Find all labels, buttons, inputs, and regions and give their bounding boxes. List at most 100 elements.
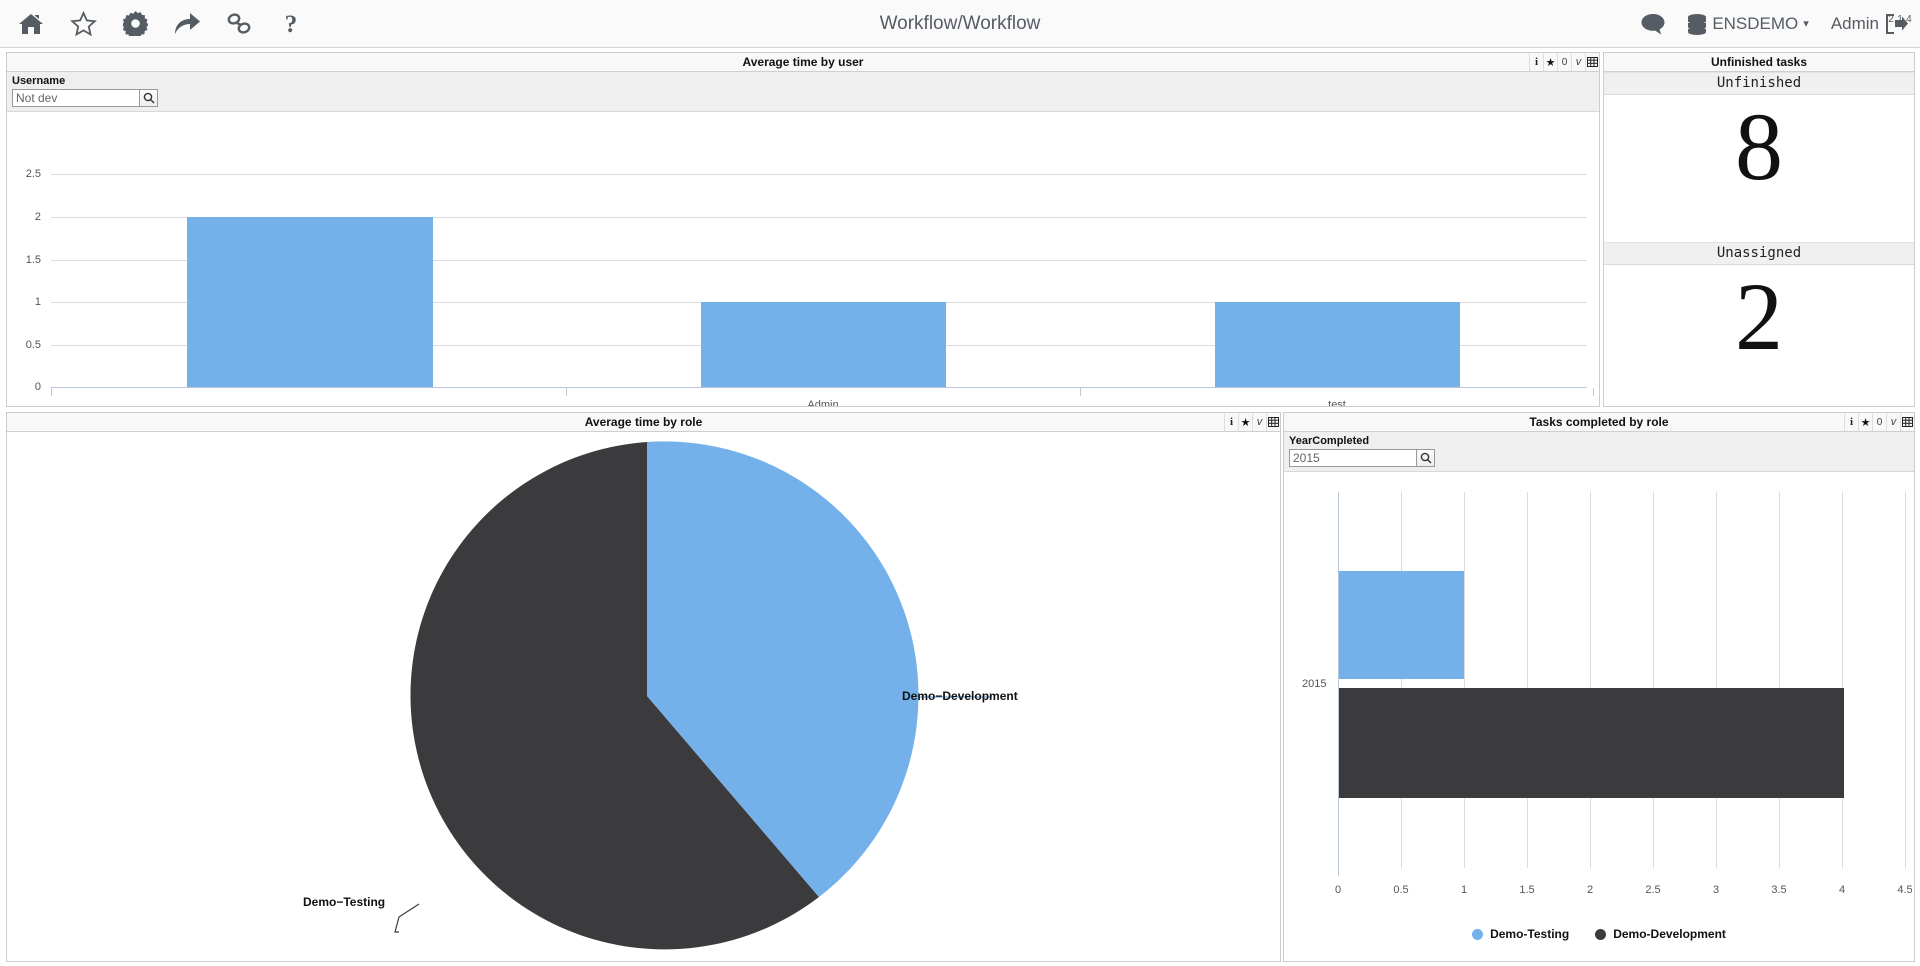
x-category-label: test	[1328, 399, 1346, 406]
pie-chart-body: Demo−Development Demo−Testing	[7, 432, 1280, 961]
horizontal-bar-chart: 2015 0 0.5 1 1.5 2 2.5 3 3.5 4 4.5 Demo-…	[1284, 472, 1914, 961]
x-tick	[1593, 388, 1594, 396]
y-tick-label: 0	[7, 381, 41, 393]
gridline	[1527, 492, 1528, 868]
widget-titlebar: Average time by role i ★ v	[7, 413, 1280, 432]
username-search-button[interactable]	[140, 89, 158, 107]
bar-demo-development-2015[interactable]	[1339, 688, 1844, 798]
username-filter-input[interactable]	[12, 89, 140, 107]
namespace-selector[interactable]: ENSDEMO ▾	[1687, 13, 1809, 35]
kpi-label: Unfinished	[1604, 72, 1914, 95]
widget-unfinished-tasks: Unfinished tasks Unfinished 8 Unassigned…	[1603, 52, 1915, 407]
nav-icon-group: ?	[0, 3, 312, 45]
yearcompleted-search-button[interactable]	[1417, 449, 1435, 467]
favorite-count: 0	[1872, 413, 1886, 431]
legend-item-demo-testing[interactable]: Demo-Testing	[1472, 927, 1569, 941]
star-icon[interactable]: ★	[1238, 413, 1252, 431]
widget-titlebar: Unfinished tasks	[1604, 53, 1914, 72]
x-tick	[566, 388, 567, 396]
widget-toolbar: i ★ 0 v	[1529, 53, 1599, 71]
bar-count-test[interactable]	[1215, 302, 1460, 387]
x-tick-label: 2.5	[1645, 884, 1660, 896]
gridline	[1842, 492, 1843, 868]
y-tick-label: 0.5	[7, 339, 41, 351]
x-tick	[1080, 388, 1081, 396]
gridline	[1464, 492, 1465, 868]
table-view-icon[interactable]	[1266, 413, 1280, 431]
x-tick-label: 4.5	[1897, 884, 1912, 896]
star-icon[interactable]: ★	[1858, 413, 1872, 431]
horizontal-bar-chart-body: 2015 0 0.5 1 1.5 2 2.5 3 3.5 4 4.5 Demo-…	[1284, 472, 1914, 961]
legend-label: Demo-Development	[1613, 927, 1726, 941]
pie-label-demo-development: Demo−Development	[902, 689, 1018, 703]
axis-line	[1338, 492, 1339, 876]
axis-baseline	[51, 387, 1587, 388]
widget-title: Average time by user	[7, 53, 1599, 72]
gridline	[51, 174, 1587, 175]
bar-count-admin[interactable]	[701, 302, 946, 387]
favorite-count: 0	[1557, 53, 1571, 71]
gridline	[1905, 492, 1906, 868]
bar-demo-testing-2015[interactable]	[1339, 571, 1464, 679]
x-category-label: Admin	[807, 399, 838, 406]
widget-toolbar: i ★ v	[1224, 413, 1280, 431]
pie-label-demo-testing: Demo−Testing	[303, 895, 385, 909]
legend-label: Demo-Testing	[1490, 927, 1569, 941]
bar-count-blank[interactable]	[187, 217, 433, 387]
widget-average-time-by-user: Average time by user i ★ 0 v Username	[6, 52, 1600, 407]
legend-swatch	[1595, 929, 1606, 940]
pie-chart	[7, 432, 1280, 960]
x-tick	[51, 388, 52, 396]
chevron-down-icon[interactable]: v	[1571, 53, 1585, 71]
namespace-label: ENSDEMO	[1712, 14, 1798, 34]
gridline	[1653, 492, 1654, 868]
x-tick-label: 4	[1839, 884, 1845, 896]
chevron-down-icon[interactable]: v	[1886, 413, 1900, 431]
share-arrow-icon[interactable]	[166, 3, 208, 45]
gridline	[1716, 492, 1717, 868]
x-tick-label: 1.5	[1519, 884, 1534, 896]
info-icon[interactable]: i	[1224, 413, 1238, 431]
vertical-bar-chart: 2.5 2 1.5 1 0.5 0	[7, 112, 1599, 406]
table-view-icon[interactable]	[1585, 53, 1599, 71]
info-icon[interactable]: i	[1844, 413, 1858, 431]
database-icon	[1687, 13, 1707, 35]
table-view-icon[interactable]	[1900, 413, 1914, 431]
username-filter-label: Username	[12, 75, 1594, 88]
info-icon[interactable]: i	[1529, 53, 1543, 71]
kpi-block-unfinished: Unfinished 8	[1604, 72, 1914, 195]
x-tick-label: 0.5	[1393, 884, 1408, 896]
y-tick-label: 2	[7, 211, 41, 223]
x-tick-label: 2	[1587, 884, 1593, 896]
widget-tasks-completed-by-role: Tasks completed by role i ★ 0 v YearComp…	[1283, 412, 1915, 962]
kpi-label: Unassigned	[1604, 242, 1914, 265]
svg-text:?: ?	[285, 11, 298, 37]
yearcompleted-filter-label: YearCompleted	[1289, 435, 1909, 448]
widget-average-time-by-role: Average time by role i ★ v Demo−Developm	[6, 412, 1281, 962]
avg-time-by-user-chart-body: 2.5 2 1.5 1 0.5 0	[7, 112, 1599, 406]
star-icon[interactable]: ★	[1543, 53, 1557, 71]
y-tick-label: 2.5	[7, 168, 41, 180]
gridline	[1401, 492, 1402, 868]
unfinished-tasks-body: Unfinished 8 Unassigned 2	[1604, 72, 1914, 406]
y-tick-label: 1	[7, 296, 41, 308]
nav-right-group: ENSDEMO ▾ Admin 2.1.4	[1641, 13, 1920, 35]
chat-icon[interactable]	[1641, 13, 1665, 35]
link-icon[interactable]	[218, 3, 260, 45]
yearcompleted-filter-input[interactable]	[1289, 449, 1417, 467]
gear-icon[interactable]	[114, 3, 156, 45]
dashboard-grid: Average time by user i ★ 0 v Username	[0, 48, 1920, 966]
pie-leader-line-testing	[395, 904, 419, 932]
username-filter-bar: Username	[7, 72, 1599, 112]
star-icon[interactable]	[62, 3, 104, 45]
help-icon[interactable]: ?	[270, 3, 312, 45]
chart-legend: Demo-Testing Demo-Development	[1284, 927, 1914, 941]
widget-titlebar: Tasks completed by role i ★ 0 v	[1284, 413, 1914, 432]
kpi-value: 8	[1604, 95, 1914, 195]
version-label: 2.1.4	[1888, 14, 1912, 25]
legend-item-demo-development[interactable]: Demo-Development	[1595, 927, 1726, 941]
home-icon[interactable]	[10, 3, 52, 45]
chevron-down-icon[interactable]: v	[1252, 413, 1266, 431]
gridline	[1779, 492, 1780, 868]
chevron-down-icon: ▾	[1803, 17, 1809, 30]
